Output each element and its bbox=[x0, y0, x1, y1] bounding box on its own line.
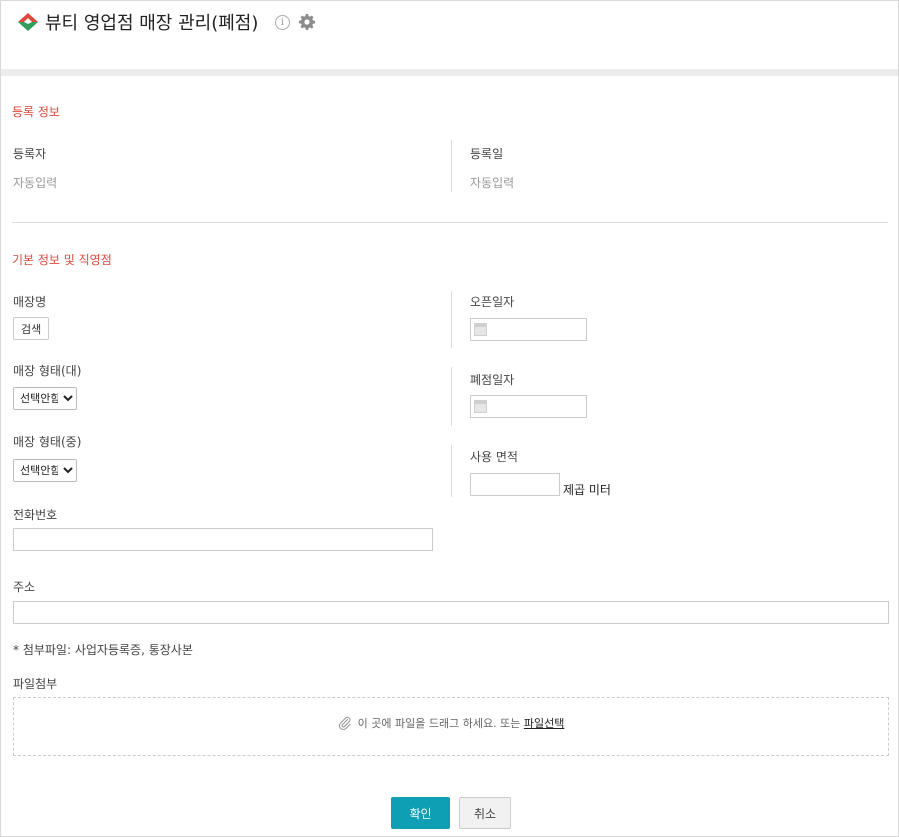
cancel-button[interactable]: 취소 bbox=[459, 797, 511, 829]
registrant-label: 등록자 bbox=[13, 147, 47, 161]
column-divider bbox=[451, 140, 452, 192]
store-type-major-select[interactable]: 선택안함 bbox=[13, 387, 77, 410]
area-unit-label: 제곱 미터 bbox=[563, 483, 611, 497]
page-title: 뷰티 영업점 매장 관리(폐점) bbox=[45, 13, 259, 34]
file-dropzone[interactable]: 이 곳에 파일을 드래그 하세요. 또는 파일선택 bbox=[13, 697, 889, 756]
close-date-label: 폐점일자 bbox=[470, 373, 515, 387]
confirm-button[interactable]: 확인 bbox=[391, 797, 450, 829]
open-date-input[interactable] bbox=[470, 318, 587, 341]
dropzone-text: 이 곳에 파일을 드래그 하세요. 또는 bbox=[357, 717, 521, 730]
info-icon[interactable]: i bbox=[275, 15, 290, 30]
logo-icon bbox=[18, 13, 38, 31]
section-divider bbox=[12, 222, 888, 223]
store-search-button[interactable]: 검색 bbox=[13, 317, 50, 340]
address-label: 주소 bbox=[13, 580, 36, 594]
calendar-icon[interactable] bbox=[474, 400, 487, 413]
store-name-label: 매장명 bbox=[13, 295, 47, 309]
registrant-value: 자동입력 bbox=[13, 176, 58, 190]
column-divider bbox=[451, 291, 452, 348]
registration-date-value: 자동입력 bbox=[470, 176, 515, 190]
store-type-mid-select[interactable]: 선택안함 bbox=[13, 459, 77, 482]
gear-icon[interactable] bbox=[299, 14, 315, 30]
registration-date-label: 등록일 bbox=[470, 147, 504, 161]
area-input[interactable] bbox=[470, 473, 560, 496]
phone-input[interactable] bbox=[13, 528, 433, 551]
basic-section-title: 기본 정보 및 직영점 bbox=[12, 253, 112, 267]
phone-label: 전화번호 bbox=[13, 508, 58, 522]
column-divider bbox=[451, 367, 452, 426]
registration-section-title: 등록 정보 bbox=[12, 105, 60, 119]
calendar-icon[interactable] bbox=[474, 323, 487, 336]
file-select-link[interactable]: 파일선택 bbox=[524, 717, 564, 730]
store-type-mid-label: 매장 형태(중) bbox=[13, 435, 82, 449]
dropzone-message: 이 곳에 파일을 드래그 하세요. 또는 파일선택 bbox=[14, 715, 888, 731]
close-date-input[interactable] bbox=[470, 395, 587, 418]
store-management-window: 뷰티 영업점 매장 관리(폐점) i 등록 정보 등록자 자동입력 등록일 자동… bbox=[0, 0, 899, 837]
attachment-note: * 첨부파일: 사업자등록증, 통장사본 bbox=[13, 643, 193, 657]
file-attach-label: 파일첨부 bbox=[13, 677, 58, 691]
header-divider bbox=[1, 69, 898, 76]
address-input[interactable] bbox=[13, 601, 889, 624]
column-divider bbox=[451, 445, 452, 497]
paperclip-icon bbox=[338, 716, 351, 730]
store-type-major-label: 매장 형태(대) bbox=[13, 364, 82, 378]
area-label: 사용 면적 bbox=[470, 450, 518, 464]
open-date-label: 오픈일자 bbox=[470, 295, 515, 309]
page-header: 뷰티 영업점 매장 관리(폐점) i bbox=[1, 1, 898, 69]
